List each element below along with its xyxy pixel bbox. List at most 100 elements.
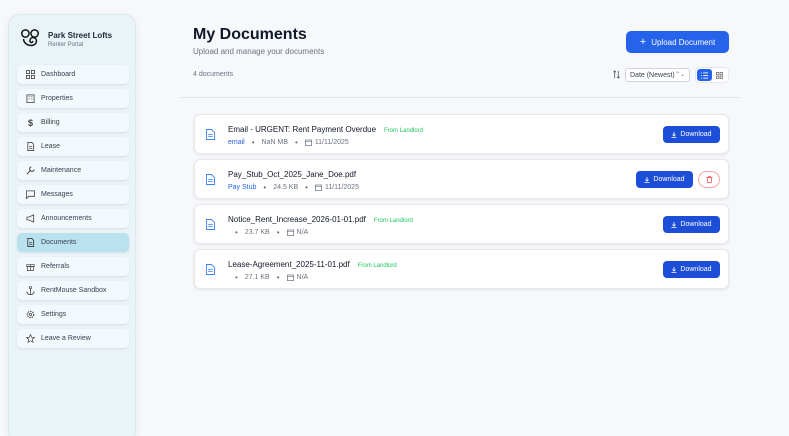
- from-landlord-badge: From Landlord: [373, 218, 413, 224]
- page-title: My Documents: [193, 26, 307, 43]
- brand-name: Park Street Lofts: [48, 30, 113, 40]
- main-content: My Documents Upload and manage your docu…: [180, 0, 740, 436]
- page-subtitle: Upload and manage your documents: [193, 47, 325, 56]
- calendar-icon: [286, 229, 294, 236]
- sort-select[interactable]: Date (Newest) ⌃⌄: [625, 68, 690, 82]
- calendar-icon: [286, 274, 294, 281]
- sidebar-item-messages[interactable]: Messages: [17, 185, 129, 204]
- download-button[interactable]: Download: [663, 261, 720, 278]
- gear-icon: [26, 310, 35, 319]
- document-icon: [206, 129, 215, 140]
- document-meta: Pay Stub • 24.5 KB • 11/11/2025: [228, 183, 359, 192]
- sidebar-item-referrals[interactable]: Referrals: [17, 257, 129, 276]
- sidebar-item-properties[interactable]: Properties: [17, 89, 129, 108]
- wrench-icon: [26, 166, 35, 175]
- plus-icon: +: [639, 35, 647, 48]
- from-landlord-badge: From Landlord: [357, 263, 397, 269]
- sidebar-item-label: Leave a Review: [41, 335, 91, 342]
- dashboard-icon: [26, 70, 35, 79]
- document-row: Notice_Rent_Increase_2026-01-01.pdf From …: [194, 204, 729, 244]
- megaphone-icon: [26, 214, 35, 223]
- brand: Park Street Lofts Renter Portal: [9, 15, 135, 55]
- anchor-icon: [26, 286, 35, 295]
- download-icon: [671, 266, 677, 273]
- document-size: 24.5 KB: [273, 184, 299, 191]
- sidebar-item-billing[interactable]: $ Billing: [17, 113, 129, 132]
- download-icon: [671, 131, 677, 138]
- sidebar-item-label: Referrals: [41, 263, 70, 270]
- sidebar-item-label: Lease: [41, 143, 61, 150]
- mouse-logo-icon: [21, 29, 39, 47]
- document-date: 11/11/2025: [314, 139, 349, 146]
- sidebar-item-leave-review[interactable]: Leave a Review: [17, 329, 129, 348]
- sidebar-item-label: Dashboard: [41, 71, 76, 78]
- document-name: Lease-Agreement_2025-11-01.pdf From Landl…: [228, 260, 397, 269]
- from-landlord-badge: From Landlord: [384, 128, 424, 134]
- sidebar-item-maintenance[interactable]: Maintenance: [17, 161, 129, 180]
- document-count: 4 documents: [193, 71, 234, 78]
- divider: [180, 97, 740, 98]
- chevron-updown-icon: ⌃⌄: [674, 72, 685, 78]
- sidebar-item-rentmouse-sandbox[interactable]: RentMouse Sandbox: [17, 281, 129, 300]
- document-meta: • 23.7 KB • N/A: [235, 228, 309, 237]
- document-size: NaN MB: [261, 139, 288, 146]
- document-date: N/A: [296, 229, 309, 236]
- star-icon: [26, 334, 35, 343]
- sidebar-item-label: Billing: [41, 119, 60, 126]
- document-row: Lease-Agreement_2025-11-01.pdf From Landl…: [194, 249, 729, 289]
- delete-button[interactable]: [698, 171, 720, 188]
- calendar-icon: [304, 139, 312, 146]
- sort-value: Date (Newest): [630, 71, 675, 79]
- sidebar-item-dashboard[interactable]: Dashboard: [17, 65, 129, 84]
- sidebar-item-label: Announcements: [41, 215, 92, 222]
- document-meta: • 27.1 KB • N/A: [235, 273, 309, 282]
- gift-icon: [26, 262, 35, 271]
- grid-view-button[interactable]: [712, 69, 727, 81]
- list-view-button[interactable]: [697, 69, 712, 81]
- sidebar-item-settings[interactable]: Settings: [17, 305, 129, 324]
- document-row: Email - URGENT: Rent Payment Overdue From…: [194, 114, 729, 154]
- sidebar-item-label: RentMouse Sandbox: [41, 287, 107, 294]
- sidebar-item-announcements[interactable]: Announcements: [17, 209, 129, 228]
- dollar-icon: $: [27, 117, 33, 128]
- sidebar-item-label: Maintenance: [41, 167, 82, 174]
- document-icon: [206, 174, 215, 185]
- sidebar-item-documents[interactable]: Documents: [17, 233, 129, 252]
- document-date: N/A: [296, 274, 309, 281]
- sidebar: Park Street Lofts Renter Portal Dashboar…: [8, 14, 136, 436]
- brand-subtitle: Renter Portal: [48, 41, 84, 48]
- document-name: Notice_Rent_Increase_2026-01-01.pdf From …: [228, 215, 413, 224]
- sidebar-item-label: Documents: [41, 239, 77, 246]
- upload-document-button[interactable]: + Upload Document: [626, 31, 729, 53]
- download-icon: [644, 176, 650, 183]
- document-size: 23.7 KB: [244, 229, 270, 236]
- calendar-icon: [315, 184, 322, 191]
- view-toggle: [695, 67, 729, 83]
- document-icon: [26, 238, 35, 247]
- grid-icon: [716, 71, 723, 79]
- document-meta: email • NaN MB • 11/11/2025: [228, 138, 349, 147]
- sidebar-nav: Dashboard Properties $ Billing Lease Mai…: [17, 65, 129, 353]
- upload-button-label: Upload Document: [651, 37, 716, 47]
- list-icon: [701, 71, 708, 79]
- file-icon: [26, 142, 35, 151]
- download-icon: [671, 221, 677, 228]
- sort-icon: [613, 70, 620, 79]
- document-name: Email - URGENT: Rent Payment Overdue From…: [228, 125, 424, 134]
- sidebar-item-label: Settings: [41, 311, 67, 318]
- download-button[interactable]: Download: [636, 171, 693, 188]
- document-icon: [206, 264, 215, 275]
- trash-icon: [706, 176, 712, 183]
- sidebar-item-label: Messages: [41, 191, 73, 198]
- document-icon: [206, 219, 215, 230]
- document-name: Pay_Stub_Oct_2025_Jane_Doe.pdf: [228, 170, 357, 179]
- document-row: Pay_Stub_Oct_2025_Jane_Doe.pdf Pay Stub …: [194, 159, 729, 199]
- sidebar-item-lease[interactable]: Lease: [17, 137, 129, 156]
- document-size: 27.1 KB: [244, 274, 270, 281]
- download-button[interactable]: Download: [663, 216, 720, 233]
- document-list: Email - URGENT: Rent Payment Overdue From…: [194, 114, 729, 294]
- message-icon: [26, 190, 35, 199]
- sidebar-item-label: Properties: [41, 95, 73, 102]
- download-button[interactable]: Download: [663, 126, 720, 143]
- document-type: Pay Stub: [228, 184, 257, 191]
